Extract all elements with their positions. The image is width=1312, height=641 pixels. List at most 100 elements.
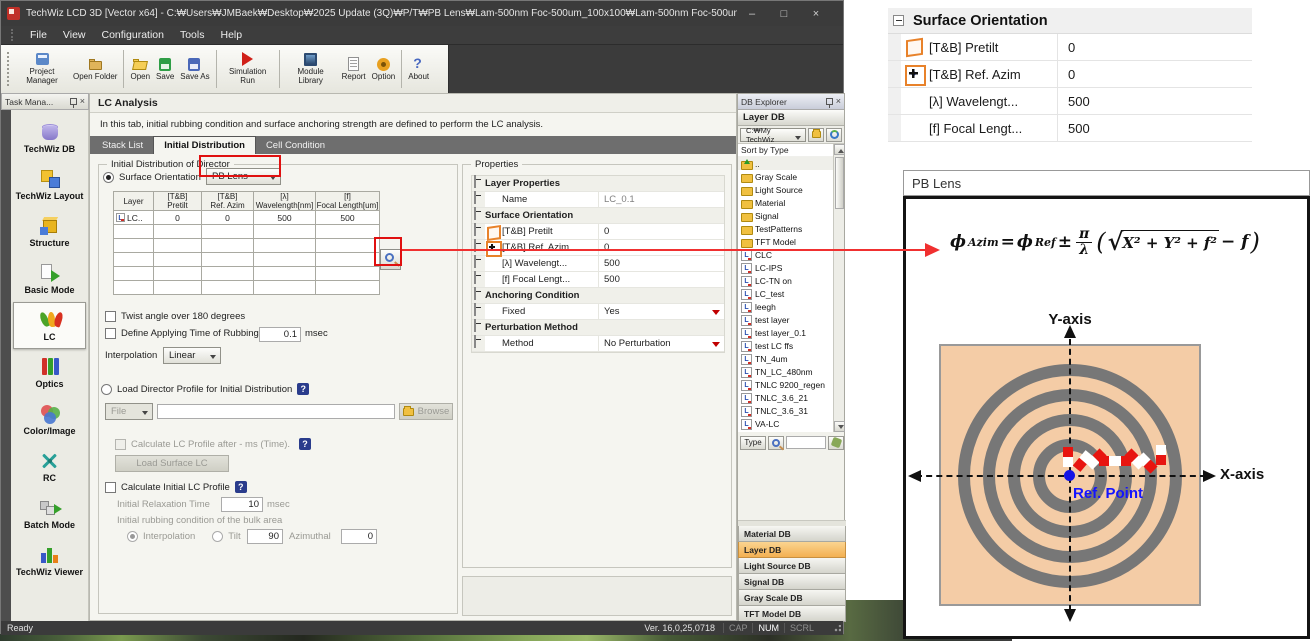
db-list-item[interactable]: test layer [738,313,833,326]
property-row[interactable]: Layer Properties [472,176,724,192]
help-icon[interactable] [299,438,311,450]
db-list-item[interactable]: .. [738,157,833,170]
sidebar-item-techwiz-viewer[interactable]: TechWiz Viewer [13,537,86,584]
db-tab[interactable]: Material DB [738,526,846,542]
db-list-item[interactable]: TFT Model [738,235,833,248]
menu-item[interactable]: Configuration [94,29,172,41]
project-manager-button[interactable]: Project Manager [14,47,70,91]
lc-tab[interactable]: Stack List [92,136,153,154]
collapse-icon[interactable] [474,335,476,348]
db-folder-button[interactable] [808,128,824,142]
sidebar-item-rc[interactable]: RC [13,443,86,490]
property-row[interactable]: Method No Perturbation [472,336,724,352]
db-sort-label[interactable]: Sort by Type [738,144,833,157]
property-value[interactable]: 500 [598,256,724,271]
db-tab[interactable]: Layer DB [738,542,846,558]
sidebar-item-techwiz-layout[interactable]: TechWiz Layout [13,161,86,208]
relax-time-input[interactable]: 10 [221,497,263,512]
db-list-item[interactable]: Signal [738,209,833,222]
minimize-button[interactable]: – [745,8,759,20]
close-button[interactable]: × [809,8,823,20]
pin-icon[interactable] [70,98,77,105]
close-icon[interactable]: × [80,97,85,106]
db-list-item[interactable]: TN_LC_480nm [738,365,833,378]
property-value[interactable]: 0 [598,240,724,255]
option-button[interactable]: Option [369,47,399,91]
collapse-icon[interactable] [474,255,476,268]
sidebar-item-techwiz-db[interactable]: TechWiz DB [13,114,86,161]
db-list-item[interactable]: TNLC_3.6_21 [738,391,833,404]
collapse-icon[interactable] [474,287,476,300]
pin-icon[interactable] [826,98,833,105]
db-list-item[interactable]: TestPatterns [738,222,833,235]
property-value[interactable]: 0 [598,224,724,239]
collapse-icon[interactable] [474,223,476,236]
collapse-icon[interactable] [474,175,476,188]
property-row[interactable]: [f] Focal Lengt... 500 [472,272,724,288]
property-row[interactable]: Surface Orientation [472,208,724,224]
sidebar-item-color-image[interactable]: Color/Image [13,396,86,443]
rubbing-mask-checkbox[interactable] [105,328,116,339]
tilt-radio[interactable] [212,531,223,542]
db-filter-button[interactable] [828,436,844,450]
rubbing-time-input[interactable]: 0.1 [259,327,301,342]
db-path-dropdown[interactable]: C:₩My TechWiz [740,128,806,142]
db-search-input[interactable] [786,436,826,449]
db-refresh-button[interactable] [826,128,842,142]
db-tab[interactable]: Signal DB [738,574,846,590]
collapse-icon[interactable] [474,207,476,220]
sidebar-item-structure[interactable]: Structure [13,208,86,255]
table-row-empty[interactable] [114,225,380,239]
save-button[interactable]: Save [153,47,177,91]
db-list-item[interactable]: leegh [738,300,833,313]
property-value[interactable]: LC_0.1 [598,192,724,207]
azimuthal-input[interactable]: 0 [341,529,377,544]
db-list-item[interactable]: Light Source [738,183,833,196]
scroll-thumb[interactable] [835,157,844,209]
menu-item[interactable]: View [55,29,94,41]
sidebar-item-basic-mode[interactable]: Basic Mode [13,255,86,302]
collapse-icon[interactable] [893,15,904,26]
collapse-icon[interactable] [474,191,476,204]
table-row-empty[interactable] [114,253,380,267]
menu-item[interactable]: Help [212,29,250,41]
property-row[interactable]: [T&B] Ref. Azim 0 [472,240,724,256]
db-search-button[interactable] [768,436,784,450]
about-button[interactable]: About [405,47,432,91]
scroll-down-icon[interactable] [834,421,845,432]
collapse-icon[interactable] [474,303,476,316]
calc-initial-checkbox[interactable] [105,482,116,493]
scroll-up-icon[interactable] [834,144,845,155]
sidebar-item-optics[interactable]: Optics [13,349,86,396]
property-row[interactable]: Name LC_0.1 [472,192,724,208]
resize-grip-icon[interactable] [833,625,841,633]
db-list-item[interactable]: Material [738,196,833,209]
surface-orientation-radio[interactable] [103,172,114,183]
bulk-interpolation-radio[interactable] [127,531,138,542]
simulation-run-button[interactable]: Simulation Run [220,47,276,91]
open-button[interactable]: Open [127,47,153,91]
close-icon[interactable]: × [836,97,841,106]
db-list-item[interactable]: LC-TN on [738,274,833,287]
table-row-empty[interactable] [114,239,380,253]
lc-tab[interactable]: Cell Condition [256,136,335,154]
property-value[interactable]: 500 [598,272,724,287]
open-folder-button[interactable]: Open Folder [70,47,120,91]
db-list-item[interactable]: test layer_0.1 [738,326,833,339]
save-as-button[interactable]: Save As [177,47,212,91]
maximize-button[interactable]: □ [777,8,791,20]
db-scrollbar[interactable] [833,144,844,432]
sidebar-item-batch-mode[interactable]: Batch Mode [13,490,86,537]
db-tab[interactable]: Light Source DB [738,558,846,574]
sidebar-item-lc[interactable]: LC [13,302,86,349]
property-value[interactable]: No Perturbation [598,336,724,351]
db-list-item[interactable]: LC_test [738,287,833,300]
report-button[interactable]: Report [339,47,369,91]
property-row[interactable]: Fixed Yes [472,304,724,320]
property-value[interactable]: Yes [598,304,724,319]
help-icon[interactable] [235,481,247,493]
property-row[interactable]: [T&B] Pretilt 0 [472,224,724,240]
collapse-icon[interactable] [474,271,476,284]
lc-tab[interactable]: Initial Distribution [153,136,256,154]
property-row[interactable]: [λ] Wavelengt... 500 [472,256,724,272]
